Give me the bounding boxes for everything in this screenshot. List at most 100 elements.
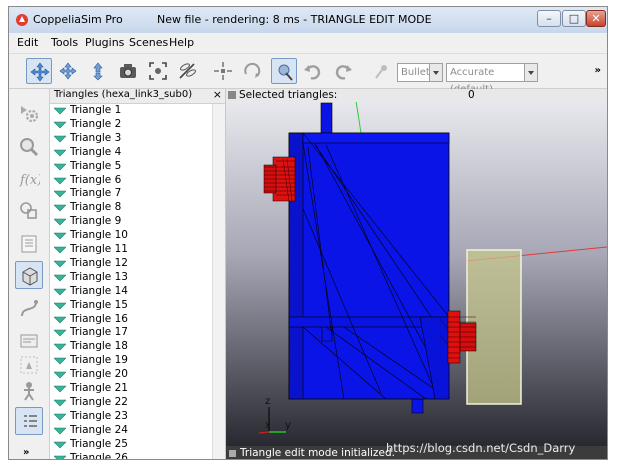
triangle-label: Triangle 10: [70, 229, 128, 242]
camera-angle-button[interactable]: [115, 58, 141, 84]
triangle-list-item[interactable]: Triangle 13: [54, 271, 210, 285]
triangle-list-item[interactable]: Triangle 16: [54, 313, 210, 327]
triangle-icon: [54, 343, 66, 351]
triangle-label: Triangle 24: [70, 423, 128, 436]
properties-list-icon: [24, 415, 37, 427]
redo-button[interactable]: [330, 58, 356, 84]
triangle-list-item[interactable]: Triangle 25: [54, 438, 210, 452]
models-button[interactable]: [15, 377, 43, 405]
redo-icon: [335, 65, 352, 80]
menu-scenes[interactable]: Scenes: [129, 36, 168, 49]
triangle-label: Triangle 18: [70, 340, 128, 353]
status-toggle-icon[interactable]: [229, 450, 236, 457]
triangle-icon: [54, 302, 66, 310]
camera-zoom-button[interactable]: [85, 58, 111, 84]
triangle-list-item[interactable]: Triangle 6: [54, 174, 210, 188]
chevron-down-icon: [429, 64, 442, 81]
scene-hierarchy-button[interactable]: [15, 261, 43, 289]
object-shift-icon: [214, 62, 232, 80]
triangle-list-item[interactable]: Triangle 7: [54, 187, 210, 201]
main-window: CoppeliaSim Pro New file - rendering: 8 …: [8, 6, 608, 460]
click-select-button[interactable]: [271, 58, 297, 84]
inspect-button[interactable]: [15, 133, 43, 161]
fit-to-view-button[interactable]: [145, 58, 171, 84]
triangle-list-item[interactable]: Triangle 23: [54, 410, 210, 424]
physics-engine-select[interactable]: Bullet: [397, 63, 443, 82]
side-toolbar-overflow-icon[interactable]: »: [23, 447, 29, 458]
menu-help[interactable]: Help: [169, 36, 194, 49]
selection-button[interactable]: [15, 351, 43, 379]
triangle-icon: [54, 107, 66, 115]
close-button[interactable]: ✕: [586, 10, 606, 27]
triangle-icon: [54, 330, 66, 337]
triangle-list-item[interactable]: Triangle 18: [54, 340, 210, 354]
fly-mode-button[interactable]: [174, 58, 200, 84]
triangle-label: Triangle 20: [70, 368, 128, 381]
scene-viewport[interactable]: z x y Selected triangles: 0: [226, 89, 607, 460]
triangle-list-item[interactable]: Triangle 5: [54, 160, 210, 174]
camera-pan-button[interactable]: [26, 58, 52, 84]
scripts-button[interactable]: f(x): [15, 165, 43, 193]
camera-rotate-icon: [59, 62, 77, 80]
info-toggle-icon[interactable]: [228, 91, 236, 99]
triangle-list-item[interactable]: Triangle 4: [54, 146, 210, 160]
dragonfly-icon: [179, 63, 196, 79]
triangle-label: Triangle 14: [70, 284, 128, 297]
camera-shift-icon: [93, 62, 103, 81]
triangle-label: Triangle 21: [70, 382, 128, 394]
object-rotate-button[interactable]: [239, 58, 265, 84]
scene-3d-view[interactable]: z x y: [226, 89, 607, 460]
triangle-list-item[interactable]: Triangle 21: [54, 382, 210, 396]
triangle-list-item[interactable]: Triangle 3: [54, 132, 210, 146]
menu-tools[interactable]: Tools: [51, 36, 78, 49]
minimize-button[interactable]: –: [537, 10, 561, 27]
simulation-settings-button[interactable]: [15, 99, 43, 127]
dynamics-toggle-button[interactable]: [369, 58, 395, 84]
triangle-list-item[interactable]: Triangle 1: [54, 104, 210, 118]
cube-icon: [22, 267, 38, 286]
accuracy-select[interactable]: Accurate (default): [446, 63, 538, 95]
menu-edit[interactable]: Edit: [17, 36, 38, 49]
triangle-label: Triangle 2: [70, 117, 122, 130]
triangle-icon: [54, 316, 66, 323]
toolbar-overflow-icon[interactable]: »: [595, 65, 601, 76]
triangle-list-item[interactable]: Triangle 14: [54, 285, 210, 299]
triangle-list-item[interactable]: Triangle 10: [54, 229, 210, 243]
triangle-list-header: Triangles (hexa_link3_sub0) ×: [50, 89, 225, 104]
triangle-list-item[interactable]: Triangle 24: [54, 424, 210, 438]
magnifier-icon: [20, 138, 39, 157]
close-icon: ✕: [591, 12, 601, 25]
selection-shapes-icon: [20, 356, 38, 374]
undo-button[interactable]: [300, 58, 326, 84]
file-browser-button[interactable]: [15, 230, 43, 258]
path-curve-icon: [21, 300, 38, 317]
object-properties-button[interactable]: [15, 407, 43, 435]
triangle-list-item[interactable]: Triangle 26: [54, 452, 210, 459]
path-planning-button[interactable]: [15, 295, 43, 323]
triangle-list-item[interactable]: Triangle 11: [54, 243, 210, 257]
model-mesh: [288, 102, 450, 414]
triangle-label: Triangle 5: [70, 159, 122, 172]
triangle-list-item[interactable]: Triangle 17: [54, 326, 210, 340]
triangle-list-item[interactable]: Triangle 9: [54, 215, 210, 229]
maximize-button[interactable]: □: [562, 10, 586, 27]
triangle-list-item[interactable]: Triangle 22: [54, 396, 210, 410]
triangle-list-item[interactable]: Triangle 20: [54, 368, 210, 382]
menu-plugins[interactable]: Plugins: [85, 36, 124, 49]
object-shift-button[interactable]: [210, 58, 236, 84]
triangle-list-item[interactable]: Triangle 8: [54, 201, 210, 215]
triangle-icon: [54, 427, 66, 435]
svg-text:f(x): f(x): [19, 173, 40, 188]
triangle-list-item[interactable]: Triangle 19: [54, 354, 210, 368]
triangle-list-item[interactable]: Triangle 15: [54, 299, 210, 313]
triangle-list-item[interactable]: Triangle 12: [54, 257, 210, 271]
camera-pan-icon: [30, 62, 50, 82]
panel-icon: [20, 334, 38, 348]
triangle-label: Triangle 12: [70, 256, 128, 269]
triangle-list-item[interactable]: Triangle 2: [54, 118, 210, 132]
triangle-label: Triangle 9: [70, 215, 122, 228]
shapes-button[interactable]: [15, 197, 43, 225]
camera-rotate-button[interactable]: [55, 58, 81, 84]
triangle-list-scrollbar[interactable]: [212, 104, 225, 459]
close-icon[interactable]: ×: [213, 89, 222, 101]
